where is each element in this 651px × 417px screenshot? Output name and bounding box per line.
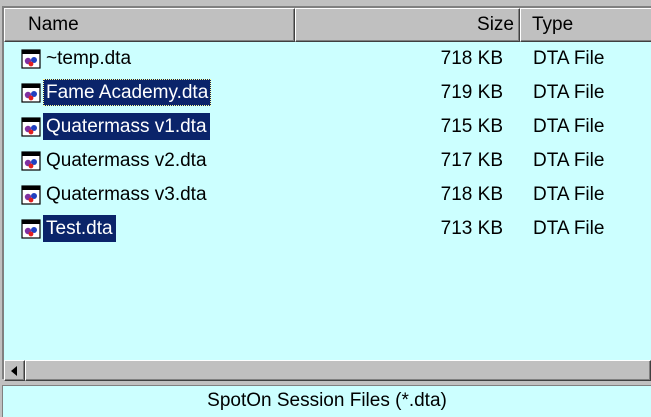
- file-name: ~temp.dta: [46, 48, 132, 69]
- file-type: DTA File: [533, 218, 605, 239]
- file-row[interactable]: ~temp.dta 718 KB DTA File: [4, 42, 651, 76]
- file-name: Quatermass v1.dta: [43, 113, 210, 140]
- file-size: 719 KB: [440, 82, 503, 103]
- column-header-type[interactable]: Type: [520, 8, 651, 42]
- file-type: DTA File: [533, 82, 605, 103]
- column-header-type-label: Type: [532, 14, 574, 35]
- file-type: DTA File: [533, 116, 605, 137]
- column-header-name-label: Name: [28, 14, 79, 35]
- file-size: 717 KB: [440, 150, 503, 171]
- file-row[interactable]: Quatermass v2.dta 717 KB DTA File: [4, 144, 651, 178]
- column-header-size-label: Size: [477, 14, 514, 35]
- column-header-name[interactable]: Name: [4, 8, 295, 42]
- scrollbar-thumb[interactable]: [25, 360, 651, 381]
- dta-file-icon: [21, 49, 41, 69]
- dta-file-icon: [21, 117, 41, 137]
- file-name: Quatermass v3.dta: [46, 184, 207, 205]
- column-header: Name Size Type: [4, 8, 651, 42]
- file-row[interactable]: Quatermass v1.dta 715 KB DTA File: [4, 110, 651, 144]
- file-row[interactable]: Fame Academy.dta 719 KB DTA File: [4, 76, 651, 110]
- file-size: 713 KB: [440, 218, 503, 239]
- file-row[interactable]: Quatermass v3.dta 718 KB DTA File: [4, 178, 651, 212]
- file-size: 715 KB: [440, 116, 503, 137]
- dta-file-icon: [21, 219, 41, 239]
- file-size: 718 KB: [440, 184, 503, 205]
- file-row[interactable]: Test.dta 713 KB DTA File: [4, 212, 651, 246]
- file-name: Quatermass v2.dta: [46, 150, 207, 171]
- dta-file-icon: [21, 185, 41, 205]
- file-type-filter: SpotOn Session Files (*.dta): [2, 385, 651, 417]
- file-size: 718 KB: [440, 48, 503, 69]
- file-type-filter-label: SpotOn Session Files (*.dta): [207, 390, 447, 411]
- file-type: DTA File: [533, 184, 605, 205]
- dta-file-icon: [21, 151, 41, 171]
- file-list-view[interactable]: Name Size Type ~temp.dta 718 KB DTA File: [2, 6, 651, 381]
- column-header-size[interactable]: Size: [295, 8, 520, 42]
- file-name: Test.dta: [43, 215, 116, 242]
- file-type: DTA File: [533, 150, 605, 171]
- file-type: DTA File: [533, 48, 605, 69]
- dta-file-icon: [21, 83, 41, 103]
- scroll-left-button[interactable]: [4, 360, 25, 381]
- file-name: Fame Academy.dta: [43, 79, 212, 106]
- horizontal-scrollbar[interactable]: [4, 360, 651, 381]
- arrow-left-icon: [11, 366, 17, 376]
